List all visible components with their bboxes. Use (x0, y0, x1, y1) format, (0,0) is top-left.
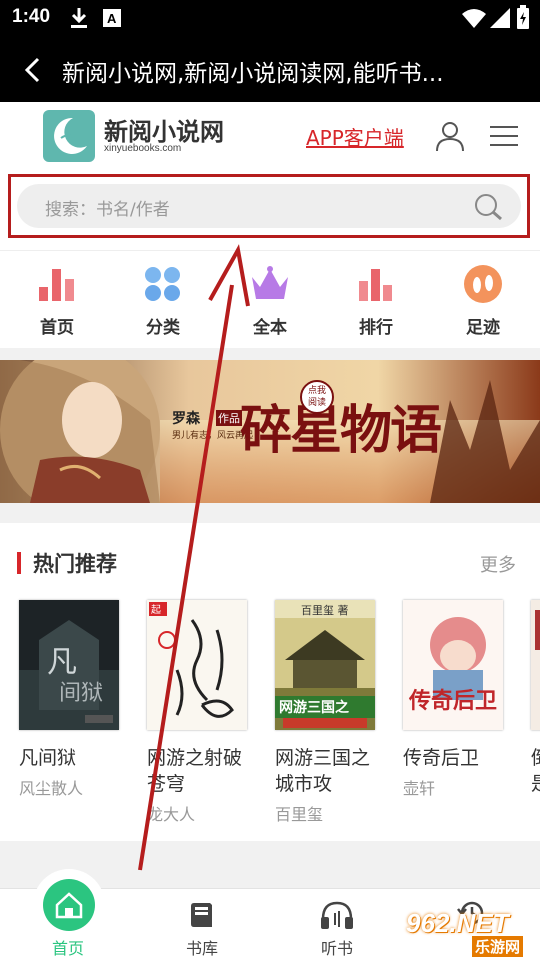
tab-audiobook[interactable]: 听书 (287, 889, 387, 960)
book-cover: 凡 间狱 (19, 600, 119, 730)
site-name: 新阅小说网 (104, 118, 224, 146)
book-cover: 百里玺 著 网游三国之 (275, 600, 375, 730)
nav-complete[interactable]: 全本 (225, 265, 315, 338)
app-client-link[interactable]: APP客户端 (306, 122, 404, 151)
nav-label: 排行 (359, 318, 393, 338)
nav-label: 足迹 (466, 318, 500, 338)
download-icon (70, 7, 88, 33)
book-card[interactable]: 起 网游之射破苍穹 龙大人 (147, 600, 249, 825)
book-title: 传奇后卫 (403, 747, 480, 769)
app-screen: 1:40 A 新阅小说网,新阅小说阅读网,能听书... 新阅小说网 xinyue… (0, 0, 540, 960)
book-author: 龙大人 (147, 805, 196, 824)
menu-icon[interactable] (490, 124, 518, 148)
book-card[interactable]: 倒是 (531, 600, 540, 801)
book-title: 凡间狱 (19, 747, 77, 769)
book-cover: 传奇后卫 (403, 600, 503, 730)
svg-text:起: 起 (151, 604, 161, 616)
nav-label: 全本 (253, 318, 287, 338)
search-icon[interactable] (473, 193, 503, 221)
watermark-subtext: 乐游网 (472, 936, 524, 957)
banner-title: 碎星物语 (240, 400, 442, 461)
home-icon (43, 879, 95, 931)
book-icon (191, 903, 212, 927)
grid-dots-icon (145, 267, 180, 301)
svg-text:网游三国之: 网游三国之 (279, 699, 349, 716)
section-title: 热门推荐 (33, 552, 117, 576)
book-card[interactable]: 凡 间狱 凡间狱 风尘散人 (19, 600, 121, 799)
book-cover: 起 (147, 600, 247, 730)
nav-label: 首页 (40, 318, 74, 338)
tab-label: 书库 (185, 939, 218, 958)
signal-icon (490, 8, 510, 32)
quick-nav: 首页 分类 全本 排行 足迹 (0, 250, 540, 348)
site-logo[interactable] (43, 110, 95, 162)
hot-section: 热门推荐 更多 凡 间狱 凡间狱 风尘散人 起 网游之射破苍穹 龙大人 百里玺 … (0, 523, 540, 841)
tab-library[interactable]: 书库 (152, 889, 252, 960)
read-badge: 点我阅读 (300, 380, 334, 414)
moon-logo-icon (54, 117, 87, 154)
crown-icon (252, 266, 288, 299)
a-box-icon: A (103, 9, 121, 31)
book-author: 百里玺 (275, 805, 324, 824)
svg-text:凡: 凡 (47, 645, 77, 680)
headphones-icon (321, 901, 353, 929)
search-placeholder: 搜索：书名/作者 (45, 200, 170, 220)
promo-banner[interactable]: 罗森 作品 男儿有志，风云再起 碎星物语 点我阅读 (0, 360, 540, 503)
book-card[interactable]: 传奇后卫 传奇后卫 壶轩 (403, 600, 505, 799)
footprint-icon (464, 265, 502, 303)
search-highlight-frame: 搜索：书名/作者 (8, 174, 530, 238)
site-header: 新阅小说网 xinyuebooks.com APP客户端 搜索：书名/作者 (0, 102, 540, 250)
svg-text:A: A (107, 11, 117, 26)
read-badge-text: 点我阅读 (307, 386, 326, 408)
bar-chart-icon (39, 269, 74, 301)
book-cover (531, 600, 540, 730)
nav-ranking[interactable]: 排行 (331, 265, 421, 338)
nav-footprint[interactable]: 足迹 (438, 265, 528, 338)
banner-tag: 作品 (216, 410, 242, 426)
tab-label: 听书 (320, 939, 353, 958)
tab-home[interactable]: 首页 (18, 869, 118, 960)
nav-home[interactable]: 首页 (12, 265, 102, 338)
watermark-text: 962.NET (406, 908, 509, 938)
more-link[interactable]: 更多 (480, 551, 516, 577)
user-icon[interactable] (434, 120, 466, 152)
book-title: 网游三国之城市攻 (275, 747, 371, 795)
status-time: 1:40 (12, 6, 51, 27)
nav-label: 分类 (146, 318, 180, 338)
nav-category[interactable]: 分类 (118, 265, 208, 338)
svg-text:百里玺 著: 百里玺 著 (301, 603, 349, 617)
title-bar: 新阅小说网,新阅小说阅读网,能听书... (0, 36, 540, 102)
ranking-icon (359, 269, 392, 301)
svg-text:传奇后卫: 传奇后卫 (408, 688, 497, 714)
page-title: 新阅小说网,新阅小说阅读网,能听书... (62, 61, 444, 87)
wifi-icon (462, 8, 486, 32)
book-author: 壶轩 (403, 779, 436, 798)
home-bubble (33, 869, 105, 941)
book-author: 风尘散人 (19, 779, 84, 798)
section-marker (17, 552, 21, 574)
search-input[interactable]: 搜索：书名/作者 (17, 184, 521, 228)
site-domain: xinyuebooks.com (104, 143, 182, 154)
book-title: 网游之射破苍穹 (147, 747, 243, 795)
banner-author: 罗森 (172, 411, 200, 427)
svg-text:间狱: 间狱 (59, 681, 103, 706)
back-arrow-icon[interactable] (20, 56, 48, 84)
book-card[interactable]: 百里玺 著 网游三国之 网游三国之城市攻 百里玺 (275, 600, 377, 825)
status-bar: 1:40 A (0, 0, 540, 36)
site-watermark: 962.NET 乐游网 (400, 906, 536, 958)
tab-label: 首页 (51, 939, 84, 958)
book-title: 倒是 (531, 745, 540, 797)
battery-icon (517, 5, 529, 33)
